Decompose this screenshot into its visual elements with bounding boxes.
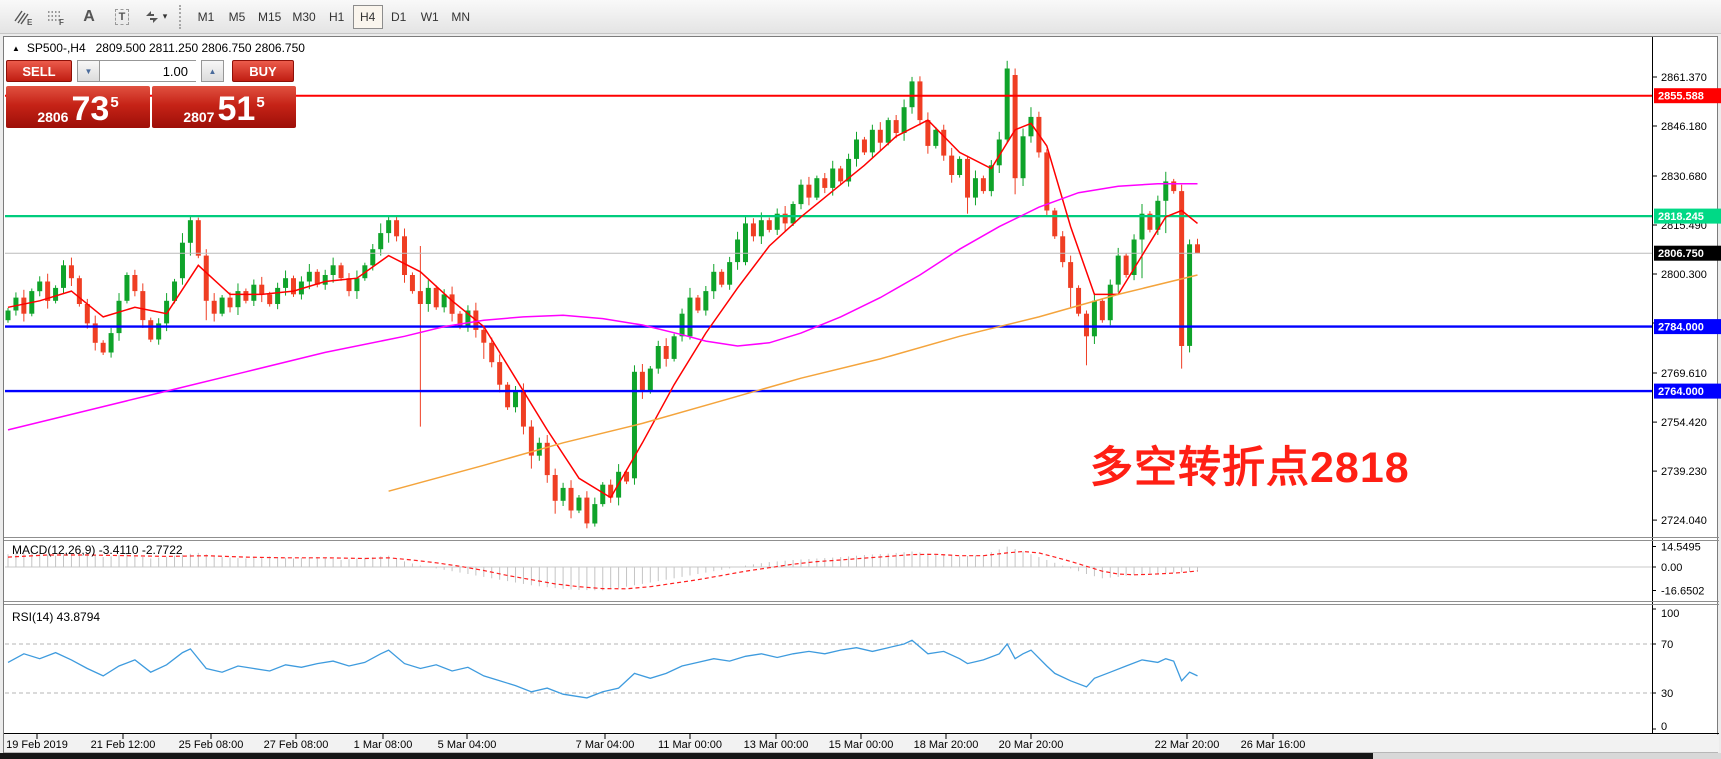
sell-quote[interactable]: 2806 73 5 xyxy=(6,86,150,128)
arrow-tools-icon[interactable]: ▾ xyxy=(140,4,170,30)
one-click-trading-panel: SELL ▼ ▲ BUY 2806 73 5 2807 51 5 xyxy=(6,60,296,128)
buy-price-sup: 5 xyxy=(256,95,264,110)
timeframe-m1[interactable]: M1 xyxy=(191,5,221,29)
indicator-lines-icon[interactable]: E xyxy=(8,4,38,30)
volume-input[interactable] xyxy=(100,60,196,82)
buy-button[interactable]: BUY xyxy=(232,60,294,82)
macd-label: MACD(12,26,9) -3.4110 -2.7722 xyxy=(12,543,183,557)
svg-text:E: E xyxy=(27,18,33,26)
annotation-text: 多空转折点2818 xyxy=(1090,433,1410,495)
fibonacci-grid-icon[interactable]: F xyxy=(41,4,71,30)
chart-window[interactable] xyxy=(3,36,1718,753)
buy-price-big: 51 xyxy=(217,95,255,124)
sell-price-prefix: 2806 xyxy=(37,110,68,124)
rsi-label: RSI(14) 43.8794 xyxy=(12,610,100,624)
bottom-strip xyxy=(0,753,1373,759)
toolbar-separator xyxy=(179,5,181,29)
text-label-icon[interactable]: A xyxy=(74,4,104,30)
sell-price-big: 73 xyxy=(71,95,109,124)
buy-price-prefix: 2807 xyxy=(183,110,214,124)
timeframe-d1[interactable]: D1 xyxy=(384,5,414,29)
volume-increase-button[interactable]: ▲ xyxy=(201,60,224,82)
bottom-strip-right xyxy=(1373,753,1721,759)
collapse-arrow-icon[interactable]: ▲ xyxy=(12,44,20,53)
dropdown-caret-icon: ▾ xyxy=(163,11,168,22)
buy-quote[interactable]: 2807 51 5 xyxy=(152,86,296,128)
text-tool-icon[interactable]: T xyxy=(107,4,137,30)
timeframe-m15[interactable]: M15 xyxy=(253,5,286,29)
sell-button[interactable]: SELL xyxy=(6,60,72,82)
timeframe-w1[interactable]: W1 xyxy=(415,5,445,29)
svg-text:F: F xyxy=(59,18,64,26)
symbol-label: SP500-,H4 xyxy=(27,41,86,55)
volume-decrease-button[interactable]: ▼ xyxy=(77,60,100,82)
timeframe-h4[interactable]: H4 xyxy=(353,5,383,29)
timeframe-m5[interactable]: M5 xyxy=(222,5,252,29)
chart-title: ▲ SP500-,H4 2809.500 2811.250 2806.750 2… xyxy=(12,41,305,55)
sell-price-sup: 5 xyxy=(110,95,118,110)
toolbar: E F A T ▾ M1M5M15M30H1H4D1W1MN xyxy=(0,0,1721,34)
timeframe-h1[interactable]: H1 xyxy=(322,5,352,29)
timeframe-m30[interactable]: M30 xyxy=(287,5,320,29)
ohlc-label: 2809.500 2811.250 2806.750 2806.750 xyxy=(96,41,305,55)
timeframe-group: M1M5M15M30H1H4D1W1MN xyxy=(191,5,477,29)
timeframe-mn[interactable]: MN xyxy=(446,5,476,29)
